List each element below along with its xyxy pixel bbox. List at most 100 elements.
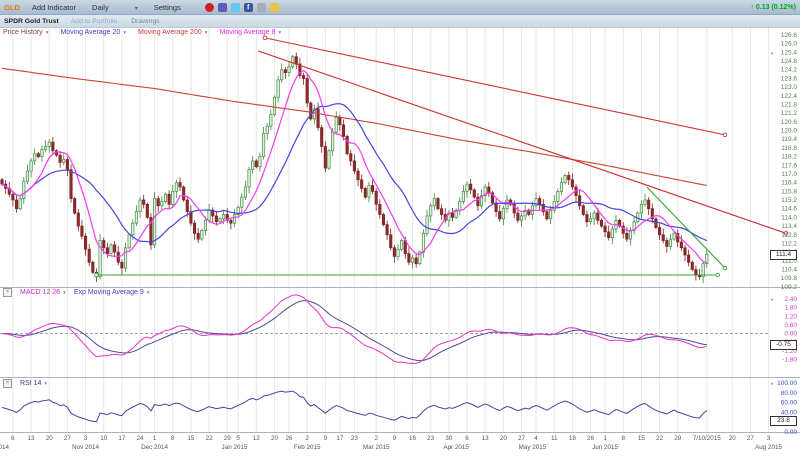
indicator-macd-signal[interactable]: Exp Moving Average 9▾ — [74, 289, 150, 296]
svg-text:2.40: 2.40 — [784, 296, 797, 303]
red-badge-icon[interactable] — [205, 3, 214, 12]
facebook-icon[interactable]: f — [244, 3, 253, 12]
svg-text:27: 27 — [518, 435, 526, 442]
indicator-price-history[interactable]: Price History▾ — [3, 29, 48, 36]
change-value: 0.13 (0.12%) — [756, 4, 796, 11]
svg-text:11: 11 — [551, 435, 558, 442]
svg-text:109.2: 109.2 — [781, 284, 798, 291]
svg-text:26: 26 — [587, 435, 595, 442]
indicator-label: Moving Average 20 — [60, 29, 120, 36]
period-dropdown[interactable]: Daily ▾ — [92, 3, 138, 12]
svg-text:0.00: 0.00 — [784, 331, 797, 338]
svg-text:Apr 2015: Apr 2015 — [443, 444, 469, 451]
svg-text:100.00: 100.00 — [777, 380, 797, 387]
add-to-portfolio-link[interactable]: Add to Portfolio — [71, 18, 117, 25]
chevron-down-icon: ▾ — [123, 30, 126, 36]
svg-text:9: 9 — [324, 435, 328, 442]
svg-text:29: 29 — [674, 435, 682, 442]
svg-text:10: 10 — [100, 435, 108, 442]
svg-text:60.00: 60.00 — [781, 400, 798, 407]
svg-text:117.6: 117.6 — [781, 162, 797, 169]
svg-text:20: 20 — [271, 435, 279, 442]
indicator-label: Price History — [3, 29, 43, 36]
svg-text:2: 2 — [374, 435, 378, 442]
settings-button[interactable]: Settings — [154, 3, 181, 12]
svg-text:17: 17 — [336, 435, 344, 442]
svg-text:26: 26 — [285, 435, 293, 442]
add-indicator-button[interactable]: Add Indicator — [32, 3, 76, 12]
svg-text:Jun 2015: Jun 2015 — [592, 444, 618, 451]
svg-text:12: 12 — [253, 435, 261, 442]
svg-text:112.8: 112.8 — [781, 232, 797, 239]
macd-value-box: -0.75 — [770, 340, 797, 350]
indicator-macd[interactable]: MACD 12 26▾ — [20, 289, 66, 296]
svg-text:124.8: 124.8 — [781, 58, 798, 65]
email-icon[interactable] — [270, 3, 279, 12]
svg-text:0.60: 0.60 — [784, 322, 797, 329]
svg-text:15: 15 — [187, 435, 195, 442]
svg-text:121.2: 121.2 — [781, 110, 798, 117]
svg-text:20: 20 — [46, 435, 54, 442]
chevron-down-icon: ▾ — [135, 6, 138, 12]
indicator-label: Moving Average 200 — [138, 29, 202, 36]
svg-text:15: 15 — [638, 435, 646, 442]
svg-text:114.6: 114.6 — [781, 206, 797, 213]
drawings-link[interactable]: Drawings — [131, 18, 159, 25]
chevron-down-icon: ▾ — [44, 381, 47, 387]
camera-icon[interactable] — [257, 3, 266, 12]
indicator-ma200[interactable]: Moving Average 200▾ — [138, 29, 207, 36]
rsi-value-box: 23.8 — [770, 416, 797, 426]
svg-text:Dec 2014: Dec 2014 — [141, 444, 168, 451]
svg-text:112.2: 112.2 — [781, 240, 797, 247]
blue-cube-icon[interactable] — [218, 3, 227, 12]
close-macd-panel-button[interactable]: × — [3, 288, 12, 297]
svg-text:126.6: 126.6 — [781, 32, 798, 39]
svg-text:119.4: 119.4 — [781, 136, 797, 143]
chart-canvas[interactable]: 126.6126.0125.4124.8124.2123.6123.0122.4… — [0, 0, 800, 456]
svg-text:4: 4 — [534, 435, 538, 442]
svg-text:20: 20 — [729, 435, 737, 442]
main-toolbar: GLD Add Indicator Daily ▾ Settings f ↑0.1… — [0, 0, 800, 15]
indicator-ma8[interactable]: Moving Average 8▾ — [220, 29, 282, 36]
up-arrow-icon: ↑ — [750, 4, 754, 11]
svg-text:2014: 2014 — [0, 444, 9, 451]
chart-area[interactable]: 126.6126.0125.4124.8124.2123.6123.0122.4… — [0, 0, 800, 461]
svg-text:29: 29 — [224, 435, 232, 442]
svg-text:8: 8 — [621, 435, 625, 442]
svg-text:118.2: 118.2 — [781, 154, 797, 161]
svg-text:27: 27 — [747, 435, 755, 442]
indicator-ma20[interactable]: Moving Average 20▾ — [60, 29, 126, 36]
svg-text:20: 20 — [500, 435, 508, 442]
symbol-ticker[interactable]: GLD — [4, 3, 20, 12]
svg-text:13: 13 — [28, 435, 36, 442]
svg-text:117.0: 117.0 — [781, 171, 797, 178]
symbol-toolbar: SPDR Gold Trust Add to Portfolio Drawing… — [0, 15, 800, 28]
svg-text:24: 24 — [137, 435, 145, 442]
svg-text:113.4: 113.4 — [781, 223, 797, 230]
symbol-name: SPDR Gold Trust — [4, 18, 59, 25]
svg-text:-1.80: -1.80 — [782, 356, 797, 363]
price-panel-header: Price History▾ Moving Average 20▾ Moving… — [3, 29, 281, 36]
period-value: Daily — [92, 3, 109, 12]
svg-text:30: 30 — [445, 435, 453, 442]
svg-text:18: 18 — [569, 435, 577, 442]
svg-text:114.0: 114.0 — [781, 214, 797, 221]
svg-text:23: 23 — [427, 435, 435, 442]
twitter-icon[interactable] — [231, 3, 240, 12]
svg-text:118.8: 118.8 — [781, 145, 797, 152]
close-rsi-panel-button[interactable]: × — [3, 379, 12, 388]
indicator-label: Moving Average 8 — [220, 29, 276, 36]
svg-text:2: 2 — [305, 435, 309, 442]
indicator-label: Exp Moving Average 9 — [74, 289, 144, 296]
svg-text:121.8: 121.8 — [781, 101, 798, 108]
share-icons: f — [205, 3, 279, 12]
svg-text:109.8: 109.8 — [781, 275, 798, 282]
chevron-down-icon: ▾ — [278, 30, 281, 36]
svg-text:123.0: 123.0 — [781, 84, 798, 91]
indicator-rsi[interactable]: RSI 14▾ — [20, 380, 47, 387]
svg-text:0.00: 0.00 — [784, 429, 797, 436]
svg-text:Mar 2015: Mar 2015 — [363, 444, 390, 451]
svg-text:7/10/2015: 7/10/2015 — [693, 435, 722, 442]
svg-text:6: 6 — [11, 435, 15, 442]
svg-text:13: 13 — [482, 435, 490, 442]
